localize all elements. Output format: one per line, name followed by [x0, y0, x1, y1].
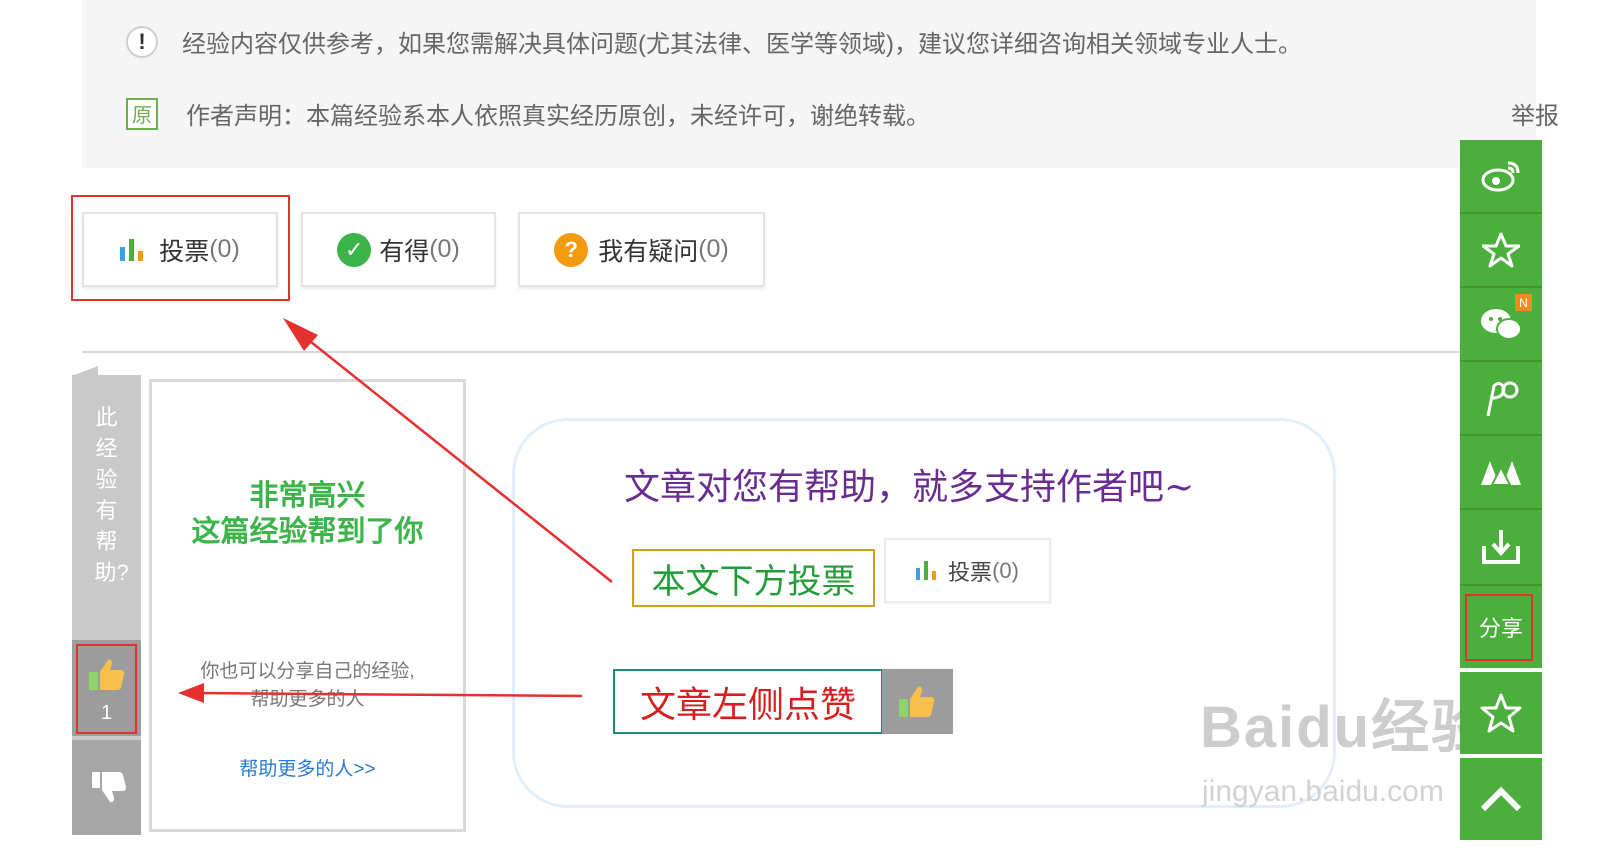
- qzone-share-button[interactable]: [1460, 214, 1542, 286]
- download-icon: [1482, 530, 1520, 564]
- weibo-icon: [1481, 161, 1520, 192]
- weibo-share-button[interactable]: [1460, 140, 1542, 212]
- tieba-icon: [1486, 381, 1519, 417]
- tieba-share-button[interactable]: [1460, 362, 1542, 434]
- douban-share-button[interactable]: [1460, 436, 1542, 508]
- new-badge: N: [1515, 294, 1532, 311]
- back-to-top-button[interactable]: [1460, 758, 1542, 840]
- star-outline-icon: [1480, 693, 1522, 733]
- group-icon: [1481, 461, 1521, 486]
- watermark-url: jingyan.baidu.com: [1202, 775, 1444, 808]
- watermark-brand: Baidu经验: [1200, 695, 1492, 760]
- download-button[interactable]: [1460, 510, 1542, 584]
- star-badge-icon: [1482, 232, 1520, 268]
- share-highlight-box: [1465, 594, 1533, 661]
- favorite-button[interactable]: [1460, 672, 1542, 754]
- wechat-icon: [1481, 309, 1522, 340]
- chevron-up-icon: [1480, 786, 1522, 812]
